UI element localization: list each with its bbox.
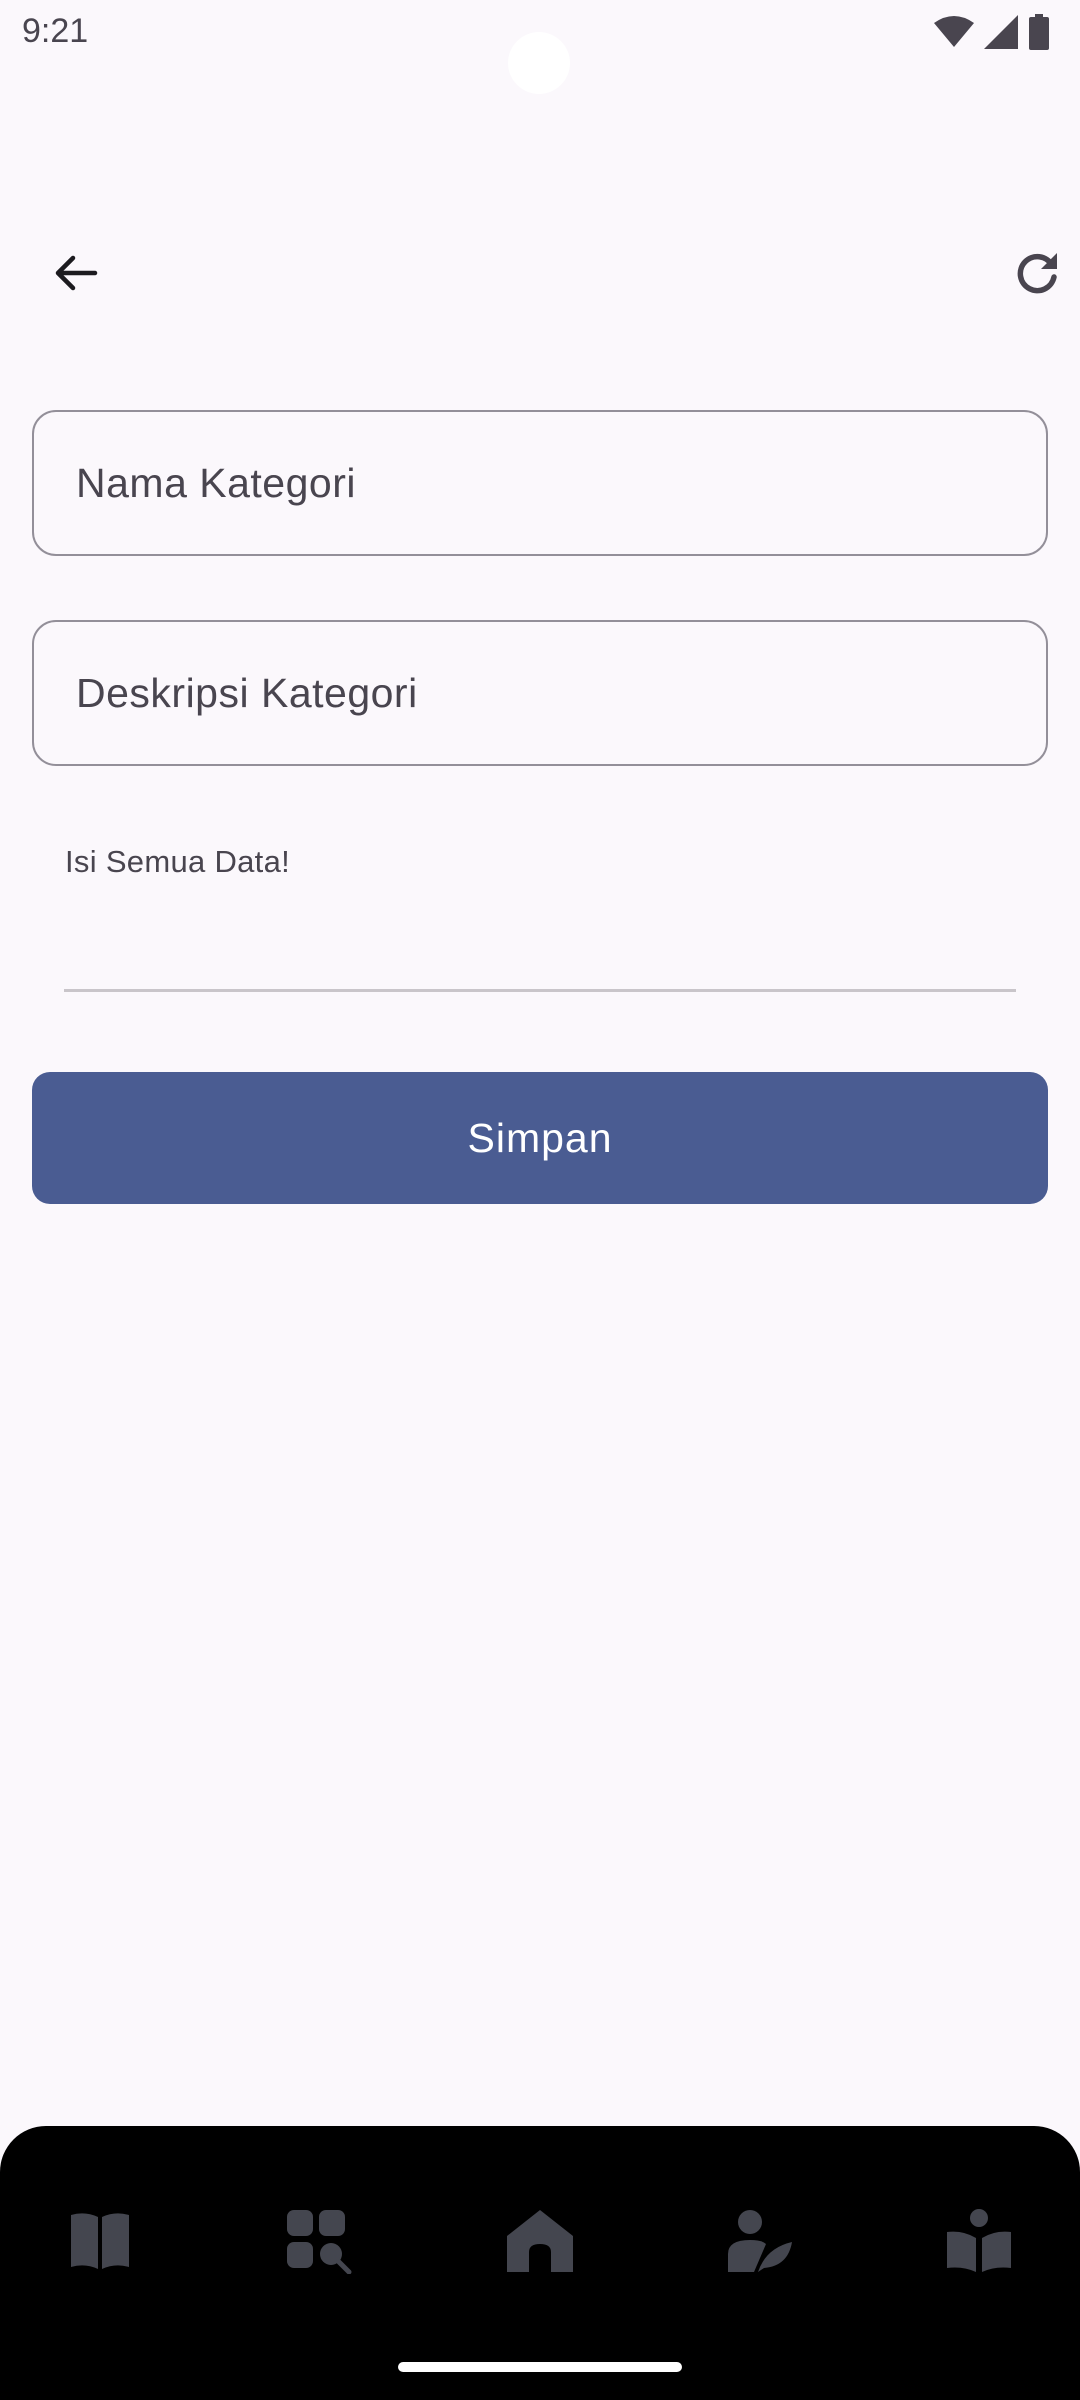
home-indicator[interactable] [398, 2362, 682, 2372]
nav-item-home[interactable] [485, 2196, 595, 2286]
camera-cutout [508, 32, 570, 94]
nav-item-profile[interactable] [705, 2196, 815, 2286]
book-icon [71, 2213, 129, 2269]
status-icons [934, 14, 1050, 50]
category-description-field[interactable] [32, 620, 1048, 766]
category-name-input[interactable] [76, 459, 1046, 507]
wifi-icon [934, 16, 974, 47]
status-time: 9:21 [22, 12, 89, 50]
category-name-field[interactable] [32, 410, 1048, 556]
person-leaf-icon [728, 2210, 792, 2272]
refresh-icon [1017, 253, 1057, 294]
category-search-icon [287, 2210, 352, 2274]
battery-icon [1029, 14, 1049, 50]
error-message: Isi Semua Data! [65, 844, 291, 879]
divider [64, 989, 1016, 992]
reader-icon [947, 2209, 1011, 2272]
nav-item-book[interactable] [45, 2196, 155, 2286]
arrow-back-icon [55, 255, 98, 291]
home-icon [507, 2210, 573, 2272]
nav-item-reader[interactable] [924, 2196, 1034, 2286]
category-description-input[interactable] [76, 669, 1046, 717]
signal-icon [984, 15, 1018, 49]
save-button[interactable]: Simpan [32, 1072, 1048, 1204]
back-button[interactable] [40, 238, 110, 308]
screen: 9:21 Isi Semua [0, 0, 1080, 2400]
nav-item-category-search[interactable] [264, 2196, 374, 2286]
bottom-navigation [0, 2126, 1080, 2400]
refresh-button[interactable] [1000, 238, 1076, 308]
status-bar: 9:21 [0, 0, 1080, 94]
